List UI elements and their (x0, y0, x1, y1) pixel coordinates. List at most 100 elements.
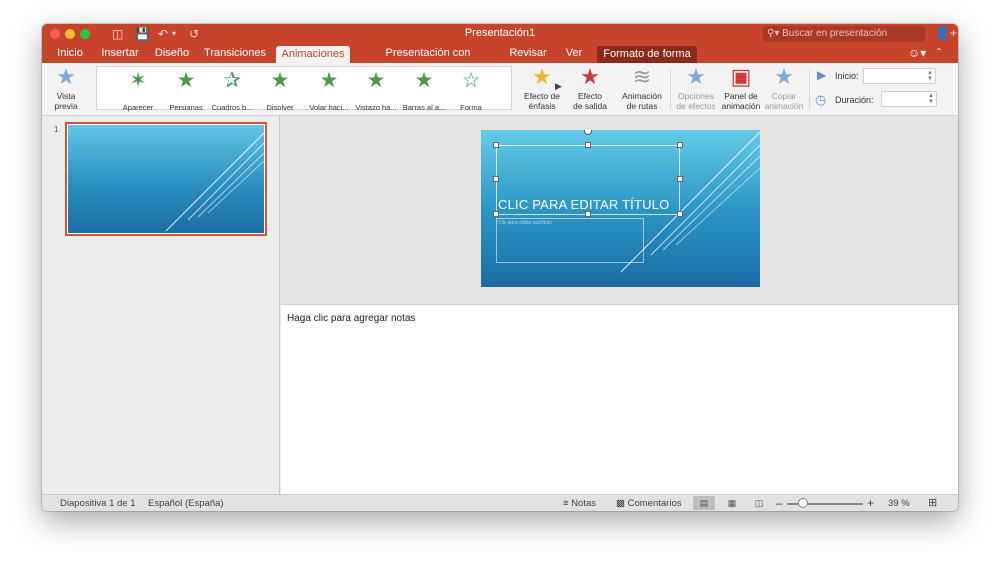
tab-revisar[interactable]: Revisar (508, 44, 548, 63)
fit-to-window-icon[interactable]: ⊞ (928, 496, 937, 509)
gallery-label: Cuadros b... (211, 103, 253, 112)
slide-sorter-icon[interactable]: ▦ (721, 496, 743, 510)
exit-effect-button[interactable]: ★ Efecto de salida (570, 64, 610, 112)
spinner-icon: ▲ ▼ (928, 93, 934, 105)
start-label: Inicio: (835, 71, 859, 81)
gallery-label: Forma (460, 103, 482, 112)
gallery-item-persianas[interactable]: ★ Persianas (160, 69, 212, 112)
paths-label-2: de rutas (626, 101, 658, 111)
tab-ver[interactable]: Ver (562, 44, 586, 63)
exit-label-2: de salida (572, 101, 608, 111)
animation-panel-button[interactable]: ▣ Panel de animación (720, 64, 762, 112)
resize-handle[interactable] (677, 176, 683, 182)
resize-handle[interactable] (493, 176, 499, 182)
star-icon: ★ (414, 69, 434, 92)
ribbon-tabs: Inicio Insertar Diseño Transiciones Anim… (42, 44, 958, 78)
tab-transiciones[interactable]: Transiciones (202, 44, 268, 63)
options-label-2: de efectos (676, 101, 716, 111)
spinner-icon: ▲ ▼ (927, 70, 933, 82)
smiley-icon[interactable]: ☺▾ (908, 46, 926, 60)
tab-presentacion[interactable]: Presentación con diapositivas (356, 44, 500, 78)
gallery-item-barras[interactable]: ★ Barras al a... (398, 69, 450, 112)
paths-label-1: Animación (622, 91, 662, 101)
title-bar: ◫ 💾 ↶ ▾ ↺ Presentación1 ⚲▾ Buscar en pre… (42, 24, 958, 44)
gallery-item-forma[interactable]: ☆ Forma (445, 69, 497, 112)
gallery-item-volar[interactable]: ★ Volar haci... (303, 69, 355, 112)
resize-handle[interactable] (677, 142, 683, 148)
presenter-view-icon[interactable]: ◫ (748, 496, 770, 510)
notes-placeholder[interactable]: Haga clic para agregar notas (287, 313, 415, 324)
exit-label-1: Efecto (577, 91, 603, 101)
play-icon: ▶ (817, 68, 827, 82)
clock-icon: ◷ (815, 92, 827, 107)
preview-label-2: previa (54, 101, 78, 111)
search-icon: ⚲▾ (767, 28, 783, 39)
resize-handle[interactable] (493, 142, 499, 148)
start-select[interactable]: ▲ ▼ (863, 68, 936, 84)
zoom-slider-handle[interactable] (798, 498, 808, 508)
emphasis-effect-button[interactable]: ★ Efecto de énfasis (520, 65, 564, 112)
decorative-lines (165, 132, 264, 232)
slide-counter: Diapositiva 1 de 1 (60, 498, 136, 509)
comments-toggle[interactable]: ▩ Comentarios (616, 498, 681, 509)
preview-button[interactable]: ★ Vista previa (48, 65, 84, 112)
gallery-label: Volar haci... (309, 103, 349, 112)
chevron-up-icon[interactable]: ˆ (937, 46, 941, 60)
gallery-item-vistazo[interactable]: ★ Vistazo ha... (350, 69, 402, 112)
effect-options-button[interactable]: ★ Opciones de efectos (674, 64, 718, 112)
notes-toggle[interactable]: ≡ Notas (563, 498, 596, 509)
panel-label-2: animación (721, 101, 761, 111)
emphasis-label-1: Efecto de (524, 91, 560, 101)
gallery-label: Aparecer (122, 103, 154, 112)
emphasis-label-2: énfasis (528, 101, 556, 111)
panel-label-1: Panel de (724, 91, 758, 101)
tab-animaciones[interactable]: Animaciones (276, 46, 350, 63)
notes-icon: ≡ (563, 498, 572, 509)
duration-input[interactable]: ▲ ▼ (881, 91, 937, 107)
copy-animation-button[interactable]: ★ Copiar animación (764, 64, 804, 112)
tab-insertar[interactable]: Insertar (97, 44, 143, 63)
zoom-in-icon[interactable]: + (867, 496, 874, 510)
motion-paths-button[interactable]: ≋ Animación de rutas (620, 64, 664, 112)
gallery-label: Persianas (169, 103, 203, 112)
zoom-level[interactable]: 39 % (888, 498, 910, 509)
duration-label: Duración: (835, 95, 874, 105)
copy-label-1: Copiar (771, 91, 797, 101)
tab-diseno[interactable]: Diseño (150, 44, 194, 63)
slide-thumbnails-pane: 1 (42, 116, 280, 494)
current-slide[interactable]: CLIC PARA EDITAR TÍTULO Clic para editar… (481, 130, 760, 287)
gallery-label: Disolver (266, 103, 294, 112)
star-icon: ★ (580, 64, 600, 89)
comments-toggle-label: Comentarios (627, 498, 682, 509)
add-person-icon[interactable]: 👤+ (935, 26, 957, 40)
normal-view-icon[interactable]: ▤ (693, 496, 715, 510)
zoom-out-icon[interactable]: – (776, 496, 783, 510)
star-icon: ✶ (129, 69, 147, 92)
thumbnail-preview (68, 125, 264, 233)
ribbon-divider (809, 69, 810, 109)
star-icon: ☆ (461, 69, 481, 92)
slide-title-placeholder[interactable]: CLIC PARA EDITAR TÍTULO (498, 197, 669, 212)
slide-number: 1 (54, 125, 59, 134)
gallery-item-aparecer[interactable]: ✶ Aparecer (112, 69, 164, 112)
star-icon: ★ (774, 64, 794, 89)
gallery-item-cuadros[interactable]: ✰ Cuadros b... (206, 69, 258, 112)
gallery-item-disolver[interactable]: ★ Disolver (254, 69, 306, 112)
tab-formato-de-forma[interactable]: Formato de forma (597, 46, 697, 63)
animations-ribbon: ★ Vista previa ✶ Aparecer ★ Persianas ✰ Cua… (42, 63, 958, 116)
star-icon: ★ (686, 64, 706, 89)
notes-pane[interactable]: Haga clic para agregar notas (281, 304, 958, 494)
gallery-label: Barras al a... (402, 103, 446, 112)
panel-icon: ▣ (730, 64, 752, 89)
search-input[interactable]: ⚲▾ Buscar en presentación (763, 26, 925, 42)
language-indicator[interactable]: Español (España) (148, 498, 224, 509)
slide-thumbnail[interactable] (65, 122, 267, 236)
resize-handle[interactable] (677, 211, 683, 217)
star-icon: ★ (319, 69, 339, 92)
star-icon: ★ (176, 69, 196, 92)
animation-gallery: ✶ Aparecer ★ Persianas ✰ Cuadros b... ★ Diso… (96, 66, 562, 112)
motion-path-icon: ≋ (632, 64, 652, 89)
resize-handle[interactable] (585, 142, 591, 148)
tab-inicio[interactable]: Inicio (52, 44, 88, 63)
slide-subtitle-placeholder: Clic para editar subtítulo (498, 220, 552, 226)
